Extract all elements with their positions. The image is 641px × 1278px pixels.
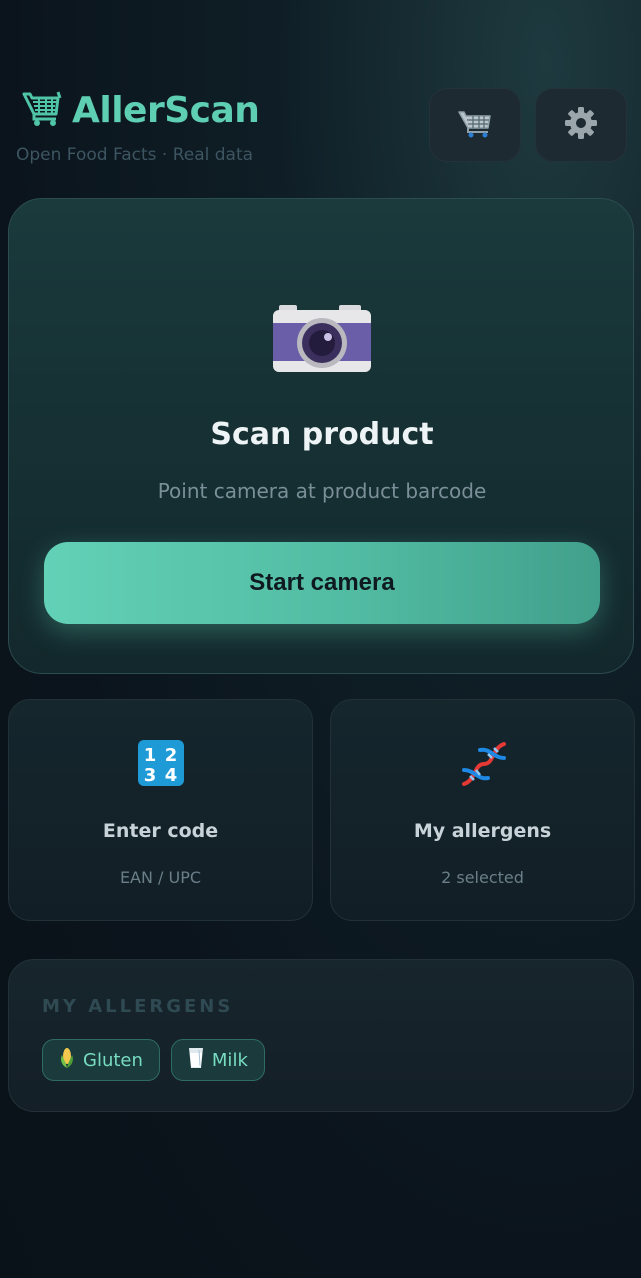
shopping-cart-icon — [22, 88, 62, 132]
keycap-digits-icon: 1 2 3 4 — [138, 740, 184, 790]
allergens-heading: MY ALLERGENS — [42, 996, 234, 1017]
svg-text:1: 1 — [144, 745, 157, 766]
scan-title: Scan product — [210, 417, 434, 452]
scan-subtitle: Point camera at product barcode — [157, 479, 487, 503]
allergen-chip-gluten[interactable]: Gluten — [42, 1039, 160, 1081]
brand: AllerScan — [22, 88, 260, 132]
enter-code-title: Enter code — [102, 820, 219, 842]
allergen-chip-milk[interactable]: Milk — [170, 1039, 265, 1081]
allergen-label: Milk — [211, 1049, 248, 1071]
enter-code-card[interactable]: 1 2 3 4 Enter code EAN / UPC — [8, 699, 313, 921]
app-subtitle: Open Food Facts · Real data — [16, 145, 254, 165]
svg-text:4: 4 — [165, 765, 178, 786]
my-allergens-count: 2 selected — [441, 868, 524, 887]
settings-button[interactable] — [535, 88, 627, 162]
svg-text:3: 3 — [144, 765, 157, 786]
allergen-label: Gluten — [83, 1049, 143, 1071]
svg-text:2: 2 — [165, 745, 178, 766]
app-header: AllerScan Open Food Facts · Real data — [0, 0, 641, 190]
scan-card: Scan product Point camera at product bar… — [8, 198, 634, 674]
shopping-cart-icon — [458, 108, 492, 142]
gear-icon — [564, 106, 598, 144]
cart-button[interactable] — [429, 88, 521, 162]
corn-icon — [59, 1047, 75, 1074]
camera-icon — [273, 305, 371, 377]
enter-code-subtitle: EAN / UPC — [119, 868, 202, 887]
allergens-card: MY ALLERGENS Gluten Milk — [8, 959, 634, 1112]
my-allergens-card[interactable]: My allergens 2 selected — [330, 699, 635, 921]
start-camera-button[interactable]: Start camera — [44, 542, 600, 624]
my-allergens-title: My allergens — [413, 820, 552, 842]
dna-icon — [460, 740, 508, 792]
app-title: AllerScan — [72, 89, 260, 131]
allergen-chip-list: Gluten Milk — [42, 1039, 265, 1081]
milk-glass-icon — [188, 1047, 204, 1074]
